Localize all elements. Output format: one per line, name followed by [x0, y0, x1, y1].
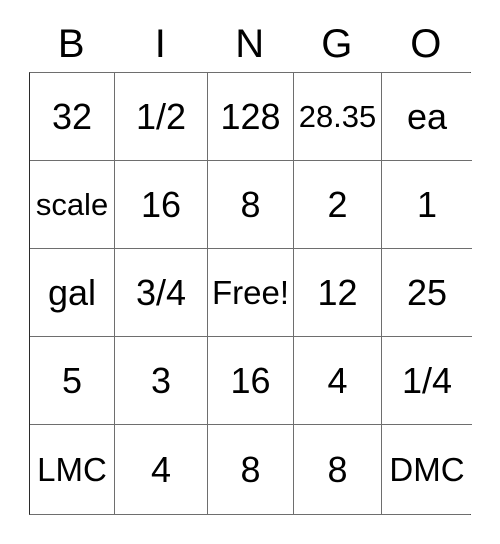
bingo-cell-b2[interactable]: scale — [30, 161, 115, 249]
bingo-grid: 32 1/2 128 28.35 ea scale 16 8 2 1 gal 3… — [29, 72, 472, 515]
bingo-cell-o4[interactable]: 1/4 — [382, 337, 472, 425]
bingo-cell-g5[interactable]: 8 — [294, 425, 382, 514]
bingo-header-n: N — [235, 22, 265, 66]
bingo-cell-text: LMC — [37, 451, 107, 488]
bingo-cell-text: 4 — [327, 359, 348, 401]
bingo-cell-text: gal — [47, 271, 97, 313]
bingo-cell-text: ea — [406, 95, 448, 137]
bingo-cell-text: 2 — [327, 183, 348, 225]
bingo-cell-g2[interactable]: 2 — [294, 161, 382, 249]
bingo-cell-n4[interactable]: 16 — [208, 337, 294, 425]
bingo-cell-b4[interactable]: 5 — [30, 337, 115, 425]
bingo-header-i: I — [154, 22, 167, 66]
bingo-cell-text: 32 — [51, 95, 93, 137]
bingo-header-o: O — [410, 22, 442, 66]
bingo-cell-i5[interactable]: 4 — [115, 425, 208, 514]
bingo-cell-i2[interactable]: 16 — [115, 161, 208, 249]
bingo-cell-text: 12 — [317, 271, 358, 313]
bingo-cell-text: 28.35 — [298, 99, 377, 134]
bingo-cell-i4[interactable]: 3 — [115, 337, 208, 425]
bingo-cell-o1[interactable]: ea — [382, 73, 472, 161]
bingo-cell-text: DMC — [389, 451, 465, 488]
bingo-cell-b3[interactable]: gal — [30, 249, 115, 337]
bingo-cell-text: 8 — [240, 183, 261, 225]
bingo-cell-text: 25 — [406, 271, 448, 313]
bingo-cell-text: 1/4 — [401, 359, 453, 401]
bingo-cell-text: 16 — [230, 359, 271, 401]
bingo-cell-text: 3 — [150, 359, 172, 401]
bingo-cell-i3[interactable]: 3/4 — [115, 249, 208, 337]
bingo-cell-text: 5 — [61, 359, 83, 401]
bingo-header-g: G — [321, 22, 353, 66]
bingo-cell-text: 128 — [220, 95, 281, 137]
bingo-cell-g1[interactable]: 28.35 — [294, 73, 382, 161]
bingo-cell-b1[interactable]: 32 — [30, 73, 115, 161]
bingo-header-b: B — [57, 22, 86, 66]
bingo-cell-text: Free! — [211, 274, 290, 311]
bingo-cell-text: 4 — [150, 448, 172, 490]
bingo-cell-text: 3/4 — [135, 271, 187, 313]
bingo-cell-text: scale — [35, 187, 109, 222]
bingo-cell-text: 8 — [327, 448, 348, 490]
bingo-cell-text: 16 — [140, 183, 182, 225]
bingo-cell-n5[interactable]: 8 — [208, 425, 294, 514]
bingo-cell-g3[interactable]: 12 — [294, 249, 382, 337]
bingo-cell-g4[interactable]: 4 — [294, 337, 382, 425]
bingo-cell-b5[interactable]: LMC — [30, 425, 115, 514]
bingo-cell-free-space[interactable]: Free! — [208, 249, 294, 337]
bingo-card: B I N G O 32 1/2 128 28.35 ea scale 16 8… — [29, 16, 472, 515]
bingo-cell-i1[interactable]: 1/2 — [115, 73, 208, 161]
bingo-cell-n1[interactable]: 128 — [208, 73, 294, 161]
bingo-cell-text: 1 — [416, 183, 438, 225]
bingo-cell-text: 8 — [240, 448, 261, 490]
bingo-cell-text: 1/2 — [135, 95, 187, 137]
bingo-cell-o2[interactable]: 1 — [382, 161, 472, 249]
bingo-cell-o3[interactable]: 25 — [382, 249, 472, 337]
bingo-header-row: B I N G O — [29, 16, 471, 72]
bingo-cell-n2[interactable]: 8 — [208, 161, 294, 249]
bingo-cell-o5[interactable]: DMC — [382, 425, 472, 514]
